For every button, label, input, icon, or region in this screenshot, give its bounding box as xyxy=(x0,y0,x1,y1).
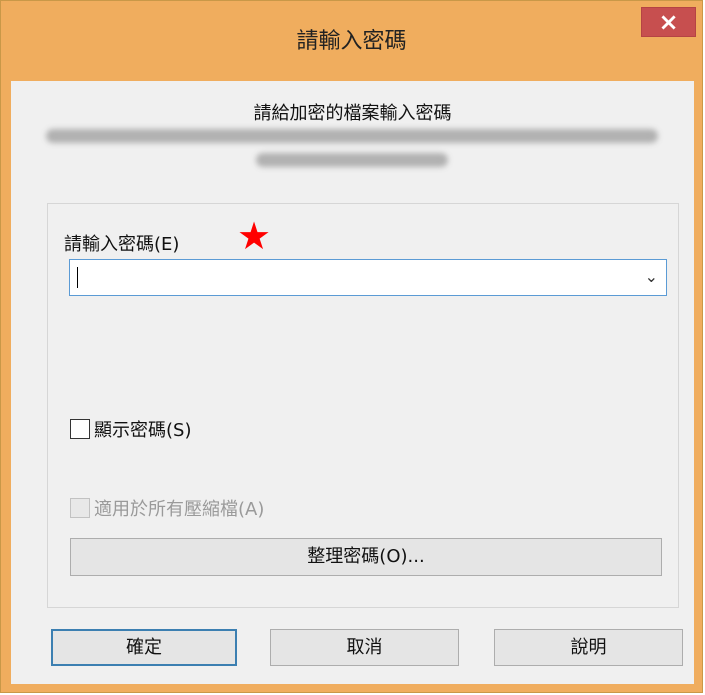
organize-passwords-button[interactable]: 整理密碼(O)... xyxy=(70,538,662,576)
prompt-message: 請給加密的檔案輸入密碼 xyxy=(253,103,452,124)
password-dialog: 請輸入密碼 × 請給加密的檔案輸入密碼 請輸入密碼(E) ★ ⌄ 顯示密碼(S)… xyxy=(0,0,703,693)
password-group: 請輸入密碼(E) ★ ⌄ 顯示密碼(S) 適用於所有壓縮檔(A) 整理密碼(O)… xyxy=(47,203,679,608)
close-icon: × xyxy=(658,8,679,36)
dialog-body: 請給加密的檔案輸入密碼 請輸入密碼(E) ★ ⌄ 顯示密碼(S) 適用於所有壓縮… xyxy=(11,81,694,684)
show-password-label[interactable]: 顯示密碼(S) xyxy=(94,416,191,442)
chevron-down-icon[interactable]: ⌄ xyxy=(645,267,658,286)
apply-all-archives-checkbox xyxy=(70,498,90,518)
title-bar[interactable]: 請輸入密碼 × xyxy=(1,1,702,81)
ok-button[interactable]: 確定 xyxy=(51,629,237,666)
window-title: 請輸入密碼 xyxy=(296,29,407,54)
text-cursor xyxy=(77,267,78,288)
close-button[interactable]: × xyxy=(641,7,696,37)
password-label: 請輸入密碼(E) xyxy=(64,234,180,255)
password-input[interactable]: ⌄ xyxy=(69,259,667,296)
help-button[interactable]: 說明 xyxy=(494,629,683,666)
blurred-filename xyxy=(11,123,694,181)
apply-all-archives-label: 適用於所有壓縮檔(A) xyxy=(94,499,265,520)
star-annotation-icon: ★ xyxy=(237,214,272,258)
show-password-checkbox[interactable] xyxy=(70,419,90,439)
cancel-button[interactable]: 取消 xyxy=(270,629,459,666)
